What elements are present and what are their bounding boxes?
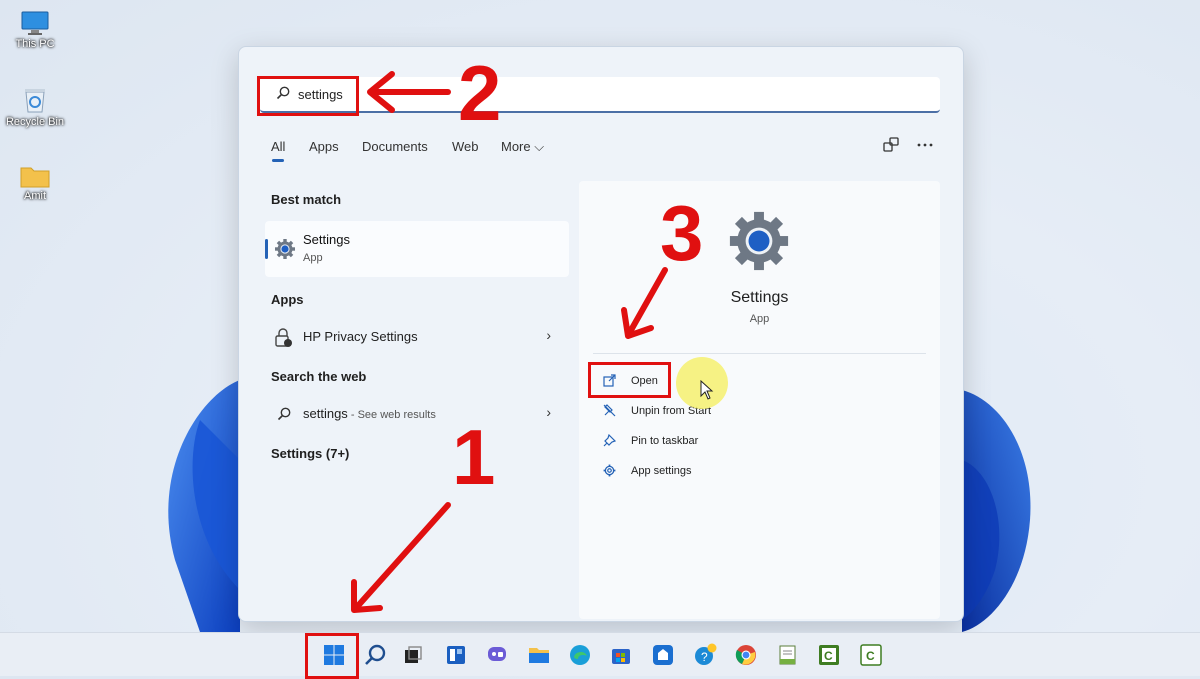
action-app-settings[interactable]: App settings (595, 459, 775, 483)
best-match-settings[interactable]: Settings App (265, 221, 569, 277)
widgets-icon (447, 646, 465, 664)
chat-button[interactable] (482, 640, 512, 670)
search-panel: All Apps Documents Web More ⌵ Best match… (238, 46, 964, 622)
tab-all[interactable]: All (271, 139, 285, 162)
gear-icon (729, 211, 789, 271)
preview-title: Settings (730, 289, 789, 306)
search-icon (277, 407, 291, 421)
app-button[interactable] (648, 640, 678, 670)
camtasia-icon: C (819, 645, 839, 665)
notepad-button[interactable] (773, 640, 803, 670)
chevron-right-icon[interactable]: › (546, 327, 551, 343)
widgets-button[interactable] (441, 640, 471, 670)
desktop-icon-label: This PC (15, 38, 55, 50)
edge-button[interactable] (565, 640, 595, 670)
web-suffix: - See web results (347, 409, 436, 421)
camtasia-button[interactable]: C (814, 640, 844, 670)
task-view-icon (405, 646, 422, 663)
camtasia-recorder-button[interactable]: C (856, 640, 886, 670)
chrome-button[interactable] (731, 640, 761, 670)
chat-icon (488, 647, 506, 661)
web-query: settings (303, 406, 348, 421)
file-explorer-button[interactable] (524, 640, 554, 670)
folder-icon (20, 167, 50, 188)
privacy-lock-icon (275, 328, 292, 347)
desktop-icon-amit[interactable]: Amit (0, 164, 70, 202)
best-match-title: Settings (303, 232, 350, 247)
tab-more[interactable]: More ⌵ (501, 139, 544, 155)
annotation-box-start (305, 633, 359, 679)
section-settings-more[interactable]: Settings (7+) (271, 446, 349, 461)
recycle-bin-icon (25, 89, 45, 113)
search-box[interactable] (260, 77, 940, 113)
action-label: Pin to taskbar (631, 435, 699, 447)
tab-apps[interactable]: Apps (309, 139, 339, 154)
annotation-number-3: 3 (660, 189, 704, 277)
app-result-label: HP Privacy Settings (303, 329, 418, 344)
edge-icon (570, 645, 590, 665)
device-share-icon[interactable] (881, 135, 901, 155)
gear-icon (275, 239, 295, 259)
more-dots-icon[interactable] (915, 135, 935, 155)
svg-text:C: C (824, 649, 833, 663)
pin-icon (603, 434, 616, 447)
annotation-box-search (257, 76, 359, 116)
desktop-icon-label: Recycle Bin (5, 116, 65, 128)
notepad-icon (779, 645, 796, 665)
search-icon (365, 644, 386, 665)
annotation-number-1: 1 (452, 413, 496, 501)
camtasia-icon: C (860, 644, 882, 666)
svg-text:C: C (866, 649, 875, 663)
app-result-hp-privacy[interactable]: HP Privacy Settings › (265, 323, 569, 351)
preview-pane: Settings App Open Unpin from Start Pin t… (579, 181, 940, 619)
task-view-button[interactable] (398, 640, 428, 670)
action-label: App settings (631, 465, 692, 477)
mouse-pointer-icon (700, 380, 714, 400)
app-icon (653, 645, 673, 665)
section-search-web: Search the web (271, 369, 367, 384)
taskbar-search-button[interactable] (360, 640, 390, 670)
tab-web[interactable]: Web (452, 139, 479, 154)
store-icon (612, 649, 630, 664)
preview-subtitle: App (749, 313, 770, 325)
gear-icon (603, 464, 616, 477)
desktop-icon-recycle-bin[interactable]: Recycle Bin (0, 86, 70, 128)
tips-button[interactable]: ? (690, 640, 720, 670)
divider (593, 353, 926, 354)
best-match-subtitle: App (303, 252, 323, 264)
chevron-right-icon[interactable]: › (546, 404, 551, 420)
tips-icon: ? (695, 643, 717, 665)
svg-text:?: ? (701, 650, 708, 664)
action-pin-to-taskbar[interactable]: Pin to taskbar (595, 429, 775, 453)
selection-accent (265, 239, 268, 259)
section-apps: Apps (271, 292, 304, 307)
file-explorer-icon (529, 648, 549, 663)
desktop-icon-this-pc[interactable]: This PC (0, 10, 70, 50)
search-input[interactable] (298, 84, 898, 104)
section-best-match: Best match (271, 192, 342, 207)
annotation-box-open (588, 362, 671, 398)
store-button[interactable] (606, 640, 636, 670)
taskbar: ? C C (0, 632, 1200, 676)
annotation-number-2: 2 (458, 49, 502, 137)
chrome-icon (735, 645, 756, 665)
desktop-icon-label: Amit (24, 190, 46, 202)
tab-documents[interactable]: Documents (362, 139, 428, 154)
unpin-icon (603, 404, 616, 417)
web-result-settings[interactable]: settings - See web results › (265, 400, 569, 428)
monitor-icon (21, 11, 49, 35)
